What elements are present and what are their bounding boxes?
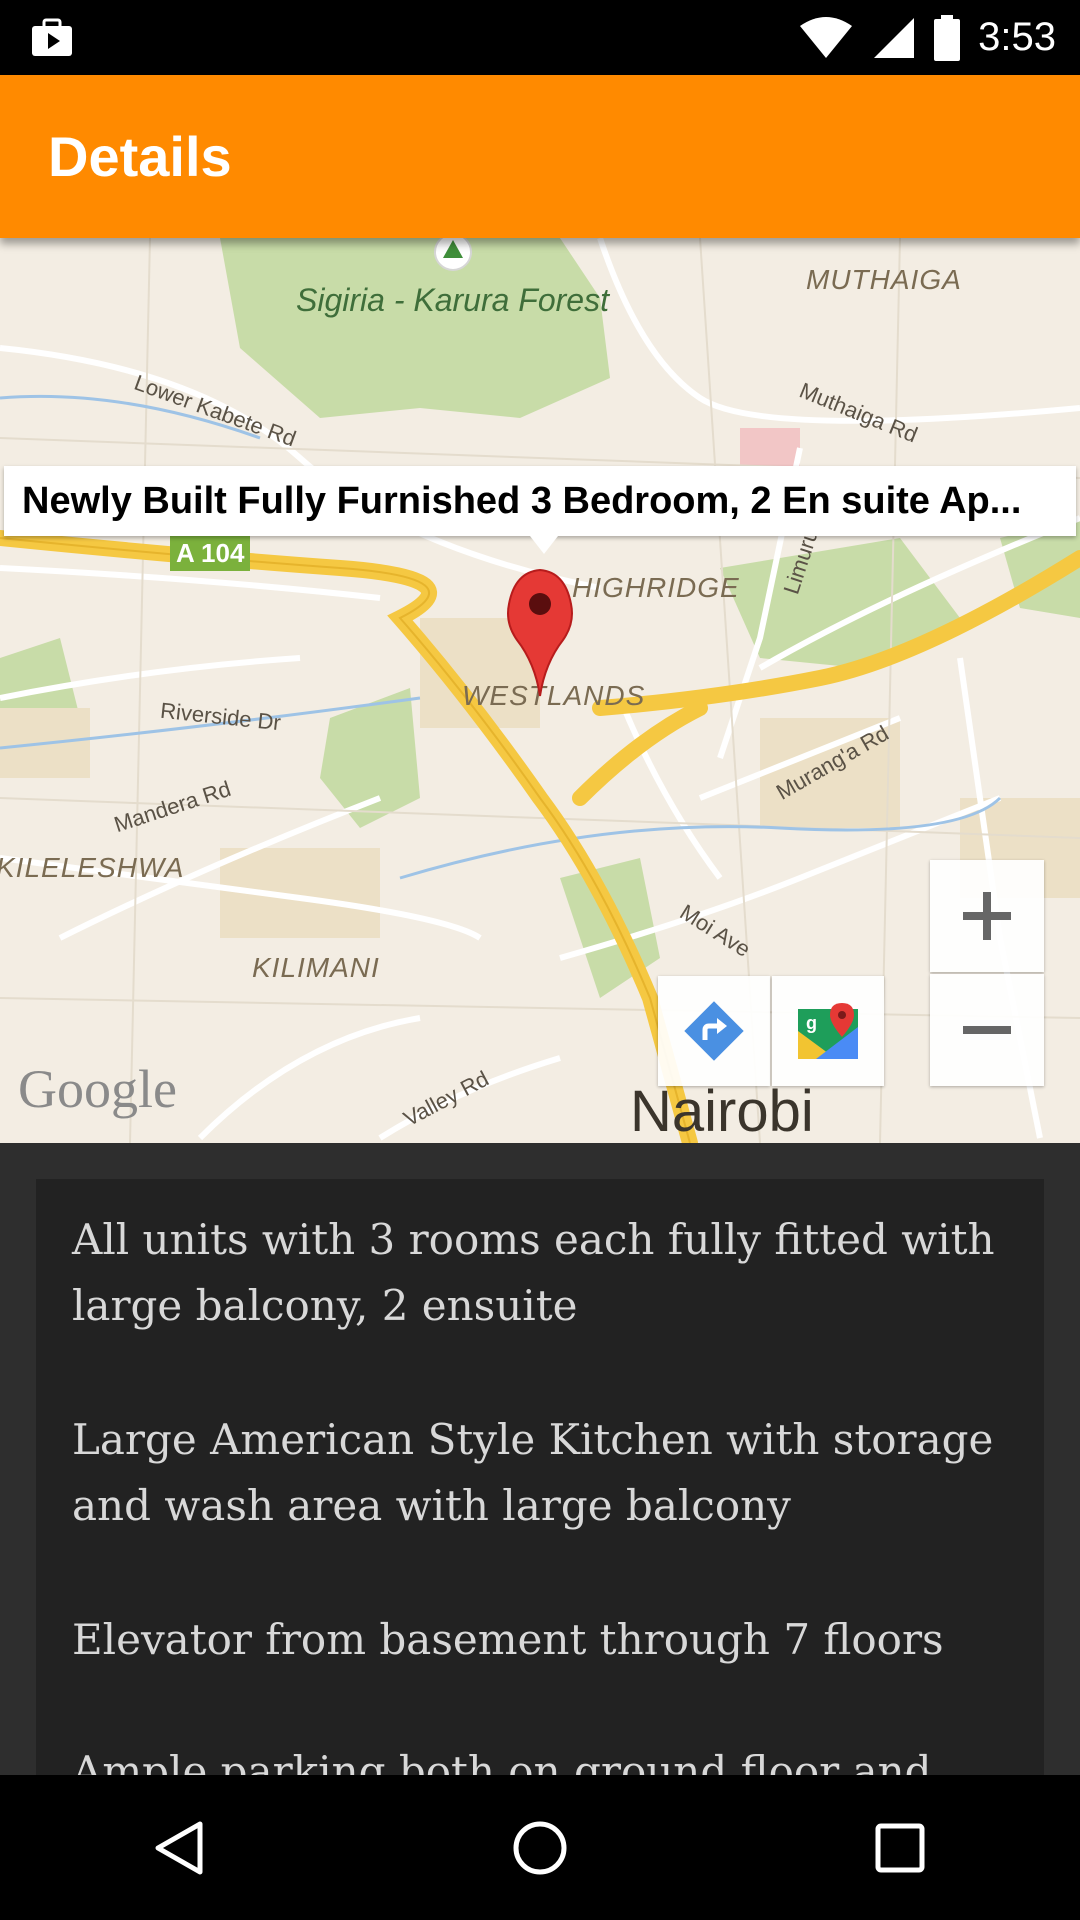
info-window-title: Newly Built Fully Furnished 3 Bedroom, 2… (22, 480, 1022, 522)
map-info-window[interactable]: Newly Built Fully Furnished 3 Bedroom, 2… (4, 466, 1076, 554)
back-button[interactable] (110, 1793, 250, 1903)
svg-text:g: g (806, 1013, 817, 1033)
info-window-pointer (530, 536, 558, 554)
map-label-kilimani: KILIMANI (252, 952, 380, 983)
details-card: All units with 3 rooms each fully fitted… (36, 1179, 1044, 1775)
recents-button[interactable] (830, 1793, 970, 1903)
plus-icon (963, 892, 1011, 940)
google-logo: Google (18, 1059, 177, 1119)
map-label-forest: Sigiria - Karura Forest (296, 282, 609, 318)
directions-button[interactable] (658, 976, 770, 1086)
wifi-icon (800, 16, 853, 58)
zoom-in-button[interactable] (930, 860, 1044, 972)
detail-paragraph-1: All units with 3 rooms each fully fitted… (72, 1215, 995, 1330)
cell-signal-icon (874, 17, 915, 58)
minus-icon (963, 1026, 1011, 1034)
map-label-nairobi: Nairobi (630, 1079, 814, 1143)
map-label-kileleshwa: KILELESHWA (0, 852, 185, 883)
battery-icon (934, 14, 961, 61)
route-badge-a104: A 104 (170, 536, 251, 571)
page-title: Details (48, 125, 232, 188)
map-label-highridge: HIGHRIDGE (572, 572, 740, 603)
map-view[interactable]: Sigiria - Karura Forest MUTHAIGA Muthaig… (0, 238, 1080, 1143)
briefcase-play-icon (32, 18, 72, 56)
app-toolbar: Details (0, 75, 1080, 238)
google-maps-icon: g (798, 1003, 858, 1059)
status-bar: 3:53 (0, 0, 1080, 75)
zoom-out-button[interactable] (930, 974, 1044, 1086)
status-time: 3:53 (978, 15, 1056, 59)
map-marker-icon[interactable] (505, 568, 575, 698)
map-label-muthaiga: MUTHAIGA (806, 264, 962, 295)
home-button[interactable] (470, 1793, 610, 1903)
back-triangle-icon (155, 1821, 203, 1874)
details-content[interactable]: All units with 3 rooms each fully fitted… (0, 1143, 1080, 1775)
home-circle-icon (513, 1821, 567, 1874)
detail-paragraph-3: Elevator from basement through 7 floors (72, 1615, 944, 1664)
recents-square-icon (875, 1823, 925, 1872)
detail-paragraph-4: Ample parking both on ground floor and (72, 1747, 932, 1775)
navigation-bar (0, 1775, 1080, 1920)
open-in-maps-button[interactable]: g (772, 976, 884, 1086)
detail-paragraph-2: Large American Style Kitchen with storag… (72, 1415, 994, 1530)
directions-icon (684, 1001, 744, 1061)
